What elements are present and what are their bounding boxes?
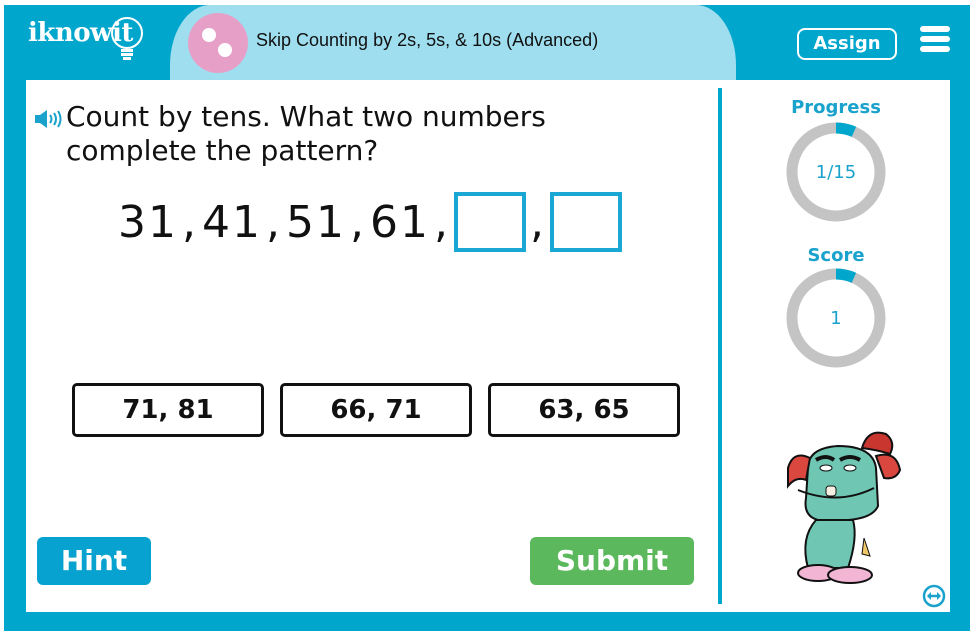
answer-choice[interactable]: 66, 71	[280, 383, 472, 437]
sequence-number: 51	[286, 196, 346, 248]
topic-title: Skip Counting by 2s, 5s, & 10s (Advanced…	[256, 30, 599, 50]
monster-mascot	[787, 431, 902, 584]
hamburger-menu-icon[interactable]	[920, 26, 950, 52]
progress-label: Progress	[791, 97, 881, 118]
swap-arrows-icon[interactable]	[922, 584, 946, 608]
answer-blank-1[interactable]	[454, 192, 526, 252]
answer-choice[interactable]: 71, 81	[72, 383, 264, 437]
speaker-icon[interactable]	[35, 110, 63, 128]
answer-choice[interactable]: 63, 65	[488, 383, 680, 437]
two-dots-icon	[188, 13, 248, 73]
question-line-1: Count by tens. What two numbers	[66, 100, 546, 133]
score-value: 1	[830, 308, 842, 329]
score-label: Score	[807, 245, 865, 266]
question-line-2: complete the pattern?	[66, 134, 379, 167]
panel-divider	[718, 88, 722, 604]
iknowit-logo[interactable]: iknowit	[28, 14, 148, 64]
progress-value: 1/15	[815, 162, 857, 183]
assign-button[interactable]: Assign	[797, 28, 897, 60]
sequence-number: 41	[202, 196, 262, 248]
lightbulb-icon	[111, 17, 143, 60]
sequence-number: 61	[370, 196, 430, 248]
answer-blank-2[interactable]	[550, 192, 622, 252]
number-sequence: 31, 41, 51, 61, ,	[118, 192, 622, 252]
answer-choices: 71, 81 66, 71 63, 65	[72, 383, 680, 437]
submit-button[interactable]: Submit	[530, 537, 694, 585]
sequence-number: 31	[118, 196, 178, 248]
question-text: Count by tens. What two numbers complete…	[66, 100, 666, 168]
hint-button[interactable]: Hint	[37, 537, 151, 585]
